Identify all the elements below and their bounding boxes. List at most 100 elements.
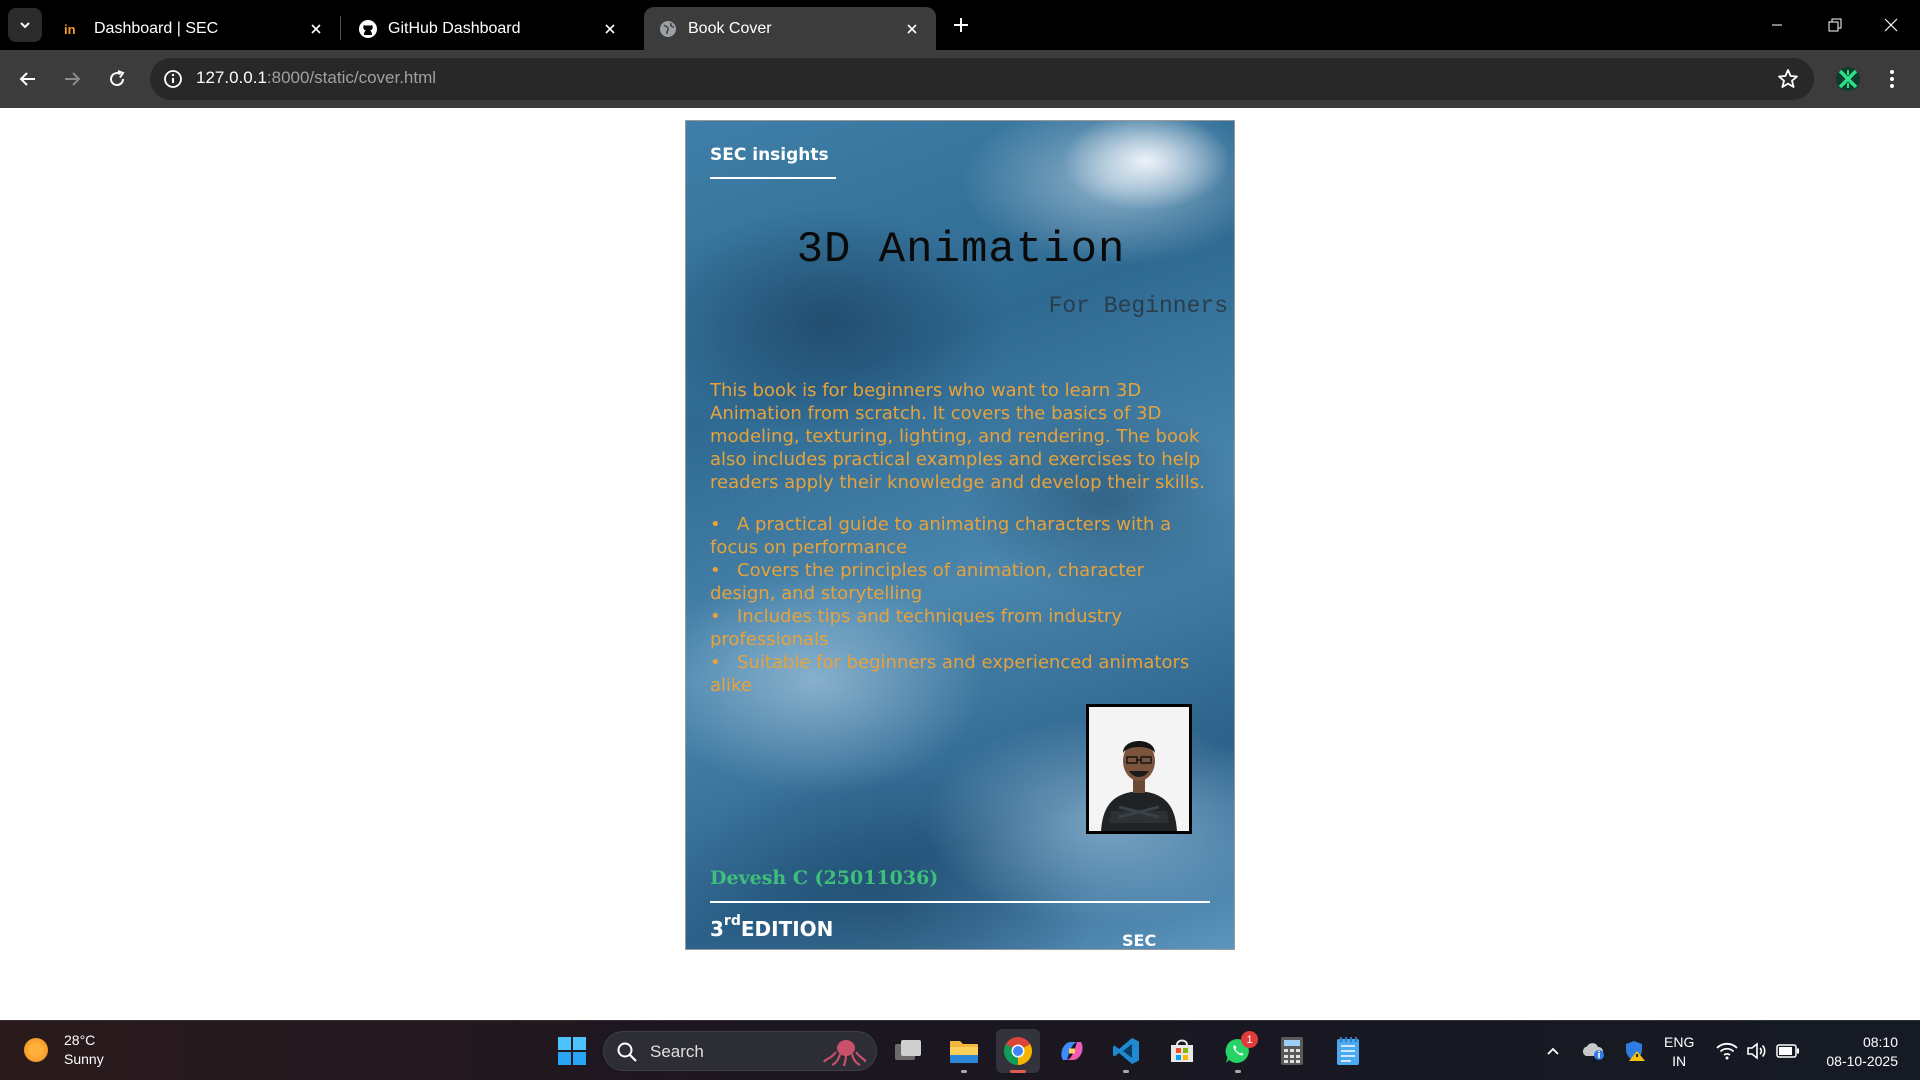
edition-number: 3 (710, 917, 724, 941)
folder-icon (950, 1041, 978, 1063)
weather-condition: Sunny (64, 1051, 104, 1067)
back-button[interactable] (12, 63, 44, 95)
brand-label: SEC insights (710, 145, 829, 165)
restore-button[interactable] (1806, 0, 1864, 50)
publisher-label: SEC (1122, 931, 1157, 950)
sun-icon (24, 1038, 48, 1062)
running-indicator (1123, 1070, 1129, 1073)
volume-button[interactable] (1744, 1021, 1770, 1081)
tab-github-dashboard[interactable]: GitHub Dashboard (344, 7, 634, 50)
search-label: Search (650, 1042, 704, 1061)
page-viewport: SEC insights 3D Animation For Beginners … (0, 108, 1920, 1020)
onedrive-tray-button[interactable] (1578, 1021, 1608, 1081)
reload-button[interactable] (101, 63, 133, 95)
clock-time: 08:10 (1862, 1034, 1898, 1050)
clock-date: 08-10-2025 (1826, 1053, 1898, 1069)
restore-icon (1828, 18, 1842, 32)
url-text[interactable]: 127.0.0.1:8000/static/cover.html (196, 68, 436, 88)
tab-book-cover[interactable]: Book Cover (644, 7, 936, 50)
chrome-icon (1004, 1037, 1032, 1065)
tab-dashboard-sec[interactable]: in Dashboard | SEC (50, 7, 340, 50)
windows-start-icon[interactable] (556, 1035, 588, 1067)
minimize-button[interactable] (1748, 0, 1806, 50)
svg-text:in: in (64, 22, 76, 36)
feature-item: Covers the principles of animation, char… (710, 559, 1200, 605)
close-window-button[interactable] (1862, 0, 1920, 50)
feature-item: Includes tips and techniques from indust… (710, 605, 1200, 651)
globe-icon (658, 19, 678, 39)
arrow-left-icon (19, 72, 35, 86)
book-subtitle: For Beginners (1048, 293, 1228, 319)
tab-title: Book Cover (688, 19, 772, 37)
tab-title: Dashboard | SEC (94, 19, 219, 37)
tab-strip: in Dashboard | SEC GitHub Dashboard Book… (0, 0, 1920, 50)
battery-button[interactable] (1774, 1021, 1802, 1081)
author-name: Devesh C (25011036) (710, 867, 939, 889)
taskbar: 28°C Sunny Search 1 ENG IN 08:10 08-10-2… (0, 1020, 1920, 1080)
language-code: ENG (1664, 1034, 1695, 1050)
notification-badge: 1 (1241, 1031, 1258, 1048)
extension-button[interactable] (1832, 63, 1864, 95)
footer-divider (710, 901, 1210, 903)
search-icon (617, 1042, 637, 1062)
close-icon (1884, 18, 1898, 32)
task-view-button[interactable] (886, 1029, 930, 1073)
copilot-button[interactable] (1050, 1029, 1094, 1073)
wifi-button[interactable] (1714, 1021, 1740, 1081)
notepad-icon (1337, 1037, 1359, 1065)
tab-separator (340, 16, 341, 40)
whatsapp-button[interactable]: 1 (1216, 1029, 1260, 1073)
file-explorer-button[interactable] (942, 1029, 986, 1073)
system-clock[interactable]: 08:10 08-10-2025 (1816, 1033, 1898, 1071)
tab-search-button[interactable] (8, 8, 42, 42)
wifi-icon (1716, 1042, 1738, 1060)
battery-icon (1776, 1044, 1799, 1058)
chrome-button[interactable] (996, 1029, 1040, 1073)
reload-icon (110, 70, 125, 87)
arrow-right-icon (65, 72, 81, 86)
search-highlight-octopus-icon (823, 1040, 866, 1066)
edition-label: 3rdEDITION (710, 913, 834, 941)
feature-item: Suitable for beginners and experienced a… (710, 651, 1200, 697)
feature-list: A practical guide to animating character… (710, 513, 1200, 697)
chevron-up-icon (1547, 1047, 1559, 1055)
tab-title: GitHub Dashboard (388, 19, 521, 37)
close-icon[interactable] (598, 17, 622, 41)
extension-logo-icon (1836, 67, 1860, 91)
vscode-button[interactable] (1104, 1029, 1148, 1073)
shield-warning-icon (1626, 1041, 1645, 1061)
weather-widget[interactable]: 28°C Sunny (24, 1031, 104, 1069)
new-tab-button[interactable] (946, 10, 976, 40)
brand-underline (710, 177, 836, 179)
volume-icon (1747, 1042, 1766, 1060)
close-icon[interactable] (304, 17, 328, 41)
show-hidden-icons-button[interactable] (1542, 1021, 1564, 1081)
book-description: This book is for beginners who want to l… (710, 380, 1205, 493)
forward-button[interactable] (56, 63, 88, 95)
weather-text: 28°C Sunny (64, 1031, 104, 1069)
taskbar-search[interactable]: Search (603, 1031, 877, 1071)
notepad-button[interactable] (1326, 1029, 1370, 1073)
sec-favicon-icon: in (64, 19, 84, 39)
browser-menu-button[interactable] (1876, 63, 1908, 95)
store-icon (1171, 1039, 1193, 1062)
edition-suffix: rd (723, 913, 741, 929)
more-vertical-icon (1890, 70, 1894, 88)
plus-icon (954, 18, 968, 32)
close-icon[interactable] (900, 17, 924, 41)
calculator-button[interactable] (1270, 1029, 1314, 1073)
url-host: 127.0.0.1 (196, 68, 267, 87)
security-tray-button[interactable] (1620, 1021, 1650, 1081)
running-indicator (961, 1070, 967, 1073)
edition-text: EDITION (740, 917, 834, 941)
microsoft-store-button[interactable] (1160, 1029, 1204, 1073)
active-indicator (1010, 1070, 1026, 1073)
url-path: :8000/static/cover.html (266, 68, 437, 87)
bookmark-star-icon[interactable] (1776, 67, 1800, 91)
cloud-info-icon (1582, 1043, 1604, 1060)
site-info-icon[interactable] (162, 68, 184, 90)
feature-item: A practical guide to animating character… (710, 513, 1200, 559)
address-bar[interactable]: 127.0.0.1:8000/static/cover.html (150, 58, 1814, 100)
language-indicator[interactable]: ENG IN (1664, 1033, 1694, 1071)
browser-toolbar: 127.0.0.1:8000/static/cover.html (0, 50, 1920, 108)
